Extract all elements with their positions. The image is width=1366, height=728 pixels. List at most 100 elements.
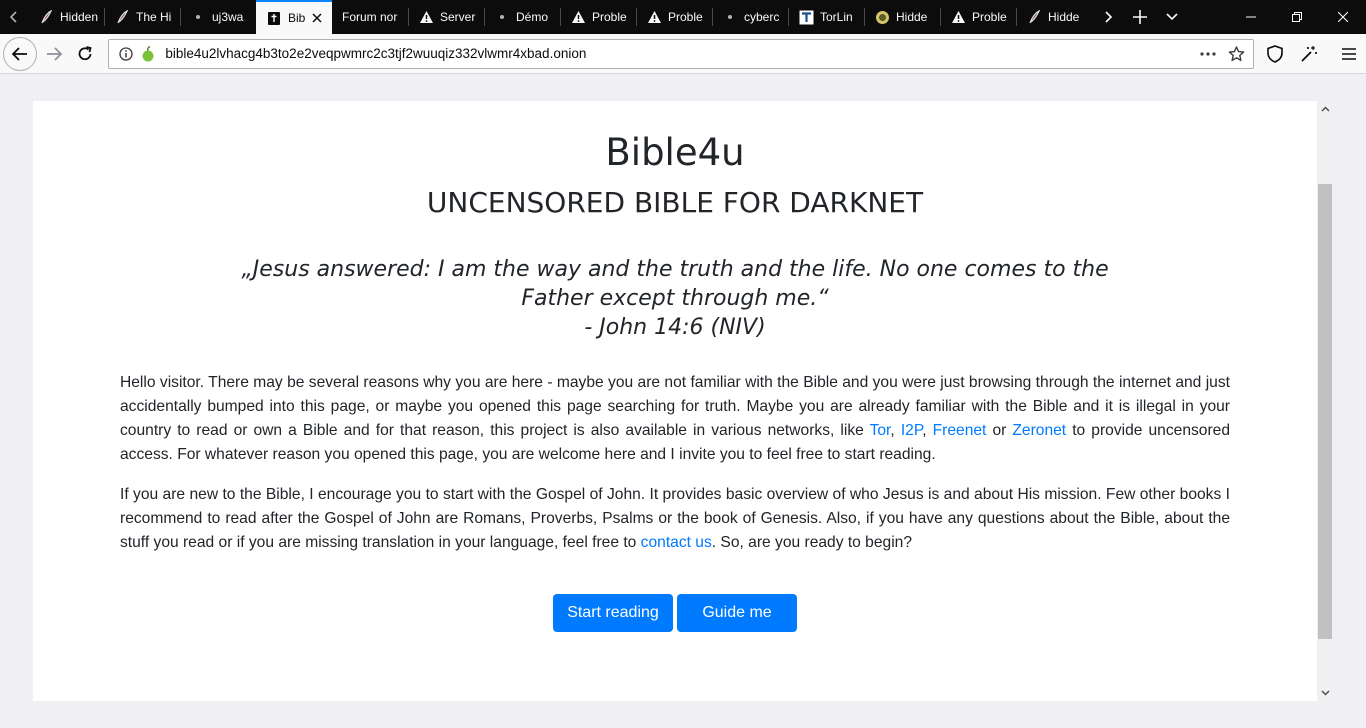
page-subtitle: UNCENSORED BIBLE FOR DARKNET	[426, 186, 924, 219]
browser-tab[interactable]: Bib	[256, 0, 332, 34]
warning-icon	[950, 9, 966, 25]
browser-tab[interactable]: Hidden	[28, 0, 104, 34]
warning-icon	[570, 9, 586, 25]
tab-title: Hidde	[896, 10, 928, 24]
browser-tab[interactable]: The Hi	[104, 0, 180, 34]
reload-icon	[79, 45, 93, 60]
tab-title: Hidden	[60, 10, 98, 24]
restore-button[interactable]	[1274, 0, 1320, 34]
minimize-button[interactable]	[1228, 0, 1274, 34]
close-tab-button[interactable]	[308, 9, 326, 27]
list-all-tabs-button[interactable]	[1156, 0, 1188, 34]
tab-scroll-right-button[interactable]	[1092, 0, 1124, 34]
chevron-up-icon	[1320, 106, 1330, 112]
close-window-button[interactable]	[1320, 0, 1366, 34]
browser-tab[interactable]: Hidde	[1016, 0, 1092, 34]
tab-scroll-left-button[interactable]	[0, 0, 28, 34]
scroll-up-button[interactable]	[1317, 101, 1333, 117]
tab-title: Proble	[972, 10, 1007, 24]
separator: ,	[922, 422, 933, 439]
dot-icon	[722, 9, 738, 25]
forward-button[interactable]	[39, 39, 69, 69]
contact-us-link[interactable]: contact us	[641, 534, 712, 551]
i2p-link[interactable]: I2P	[901, 422, 922, 439]
tab-title: Proble	[668, 10, 703, 24]
hamburger-menu-icon	[1342, 47, 1356, 60]
back-button[interactable]	[3, 36, 37, 71]
reload-button[interactable]	[71, 39, 101, 69]
tab-title: Bib	[288, 11, 306, 25]
browser-tab[interactable]: Forum nor	[332, 0, 408, 34]
tab-title: TorLin	[820, 10, 853, 24]
dot-icon	[190, 9, 206, 25]
menu-button[interactable]	[1332, 39, 1366, 69]
customize-button[interactable]	[1292, 39, 1326, 69]
bookmark-star-icon[interactable]	[1225, 45, 1247, 62]
shield-button[interactable]	[1258, 39, 1292, 69]
browser-tab[interactable]: TorLin	[788, 0, 864, 34]
browser-tab[interactable]: cyberc	[712, 0, 788, 34]
browser-tab[interactable]: Proble	[940, 0, 1016, 34]
feather-icon	[38, 9, 54, 25]
intro-paragraph: Hello visitor. There may be several reas…	[120, 371, 1230, 467]
guide-me-button[interactable]: Guide me	[677, 594, 797, 632]
browser-tab[interactable]: Hidde	[864, 0, 940, 34]
navigation-toolbar: bible4u2lvhacg4b3to2e2veqpwmrc2c3tjf2wuu…	[0, 34, 1366, 74]
guide-text-b: . So, are you ready to begin?	[711, 534, 913, 551]
warning-icon	[646, 9, 662, 25]
page-title: Bible4u	[605, 131, 745, 174]
tab-title: Hidde	[1048, 10, 1080, 24]
scroll-down-button[interactable]	[1317, 685, 1333, 701]
vertical-scrollbar[interactable]	[1317, 101, 1333, 701]
url-text[interactable]: bible4u2lvhacg4b3to2e2veqpwmrc2c3tjf2wuu…	[165, 46, 1197, 61]
shield-icon	[1267, 44, 1283, 63]
browser-tab[interactable]: Démo	[484, 0, 560, 34]
start-reading-button[interactable]: Start reading	[553, 594, 673, 632]
scrollbar-thumb[interactable]	[1318, 184, 1332, 639]
tab-title: The Hi	[136, 10, 172, 24]
close-icon	[312, 13, 322, 23]
circle-icon	[874, 9, 890, 25]
page-actions-icon[interactable]	[1197, 51, 1219, 56]
browser-tab[interactable]: uj3wa	[180, 0, 256, 34]
zeronet-link[interactable]: Zeronet	[1012, 422, 1066, 439]
chevron-left-icon	[10, 11, 17, 23]
feather-icon	[1026, 9, 1042, 25]
separator: or	[986, 422, 1013, 439]
tab-strip: Hidden The Hi uj3wa Bib Forum nor Server Démo P…	[0, 0, 1366, 34]
close-icon	[1338, 12, 1348, 22]
bible-icon	[266, 10, 282, 26]
separator: ,	[890, 422, 901, 439]
browser-tab[interactable]: Proble	[636, 0, 712, 34]
bible-quote: „Jesus answered: I am the way and the tr…	[233, 255, 1117, 342]
page-content: Bible4u UNCENSORED BIBLE FOR DARKNET „Je…	[33, 101, 1317, 701]
warning-icon	[418, 9, 434, 25]
magic-wand-icon	[1301, 45, 1317, 62]
tab-title: uj3wa	[212, 10, 244, 24]
chevron-down-icon	[1166, 13, 1178, 21]
info-icon[interactable]	[115, 46, 137, 61]
tab-title: Démo	[516, 10, 549, 24]
t-icon	[798, 9, 814, 25]
feather-icon	[114, 9, 130, 25]
browser-tab[interactable]: Proble	[560, 0, 636, 34]
onion-icon[interactable]	[137, 45, 159, 62]
restore-icon	[1292, 12, 1302, 22]
action-buttons: Start reading Guide me	[33, 594, 1317, 632]
freenet-link[interactable]: Freenet	[933, 422, 987, 439]
quote-reference: - John 14:6 (NIV)	[584, 315, 766, 340]
plus-icon	[1133, 10, 1147, 24]
tor-link[interactable]: Tor	[870, 422, 891, 439]
browser-tab[interactable]: Server	[408, 0, 484, 34]
arrow-right-icon	[46, 46, 62, 61]
url-bar[interactable]: bible4u2lvhacg4b3to2e2veqpwmrc2c3tjf2wuu…	[108, 38, 1254, 69]
new-tab-button[interactable]	[1124, 0, 1156, 34]
quote-text: „Jesus answered: I am the way and the tr…	[241, 257, 1109, 311]
minimize-icon	[1246, 16, 1256, 18]
tab-title: Proble	[592, 10, 627, 24]
tab-title: cyberc	[744, 10, 780, 24]
chevron-right-icon	[1105, 11, 1112, 23]
tab-title: Server	[440, 10, 476, 24]
tab-title: Forum nor	[342, 10, 398, 24]
guide-paragraph: If you are new to the Bible, I encourage…	[120, 483, 1230, 555]
